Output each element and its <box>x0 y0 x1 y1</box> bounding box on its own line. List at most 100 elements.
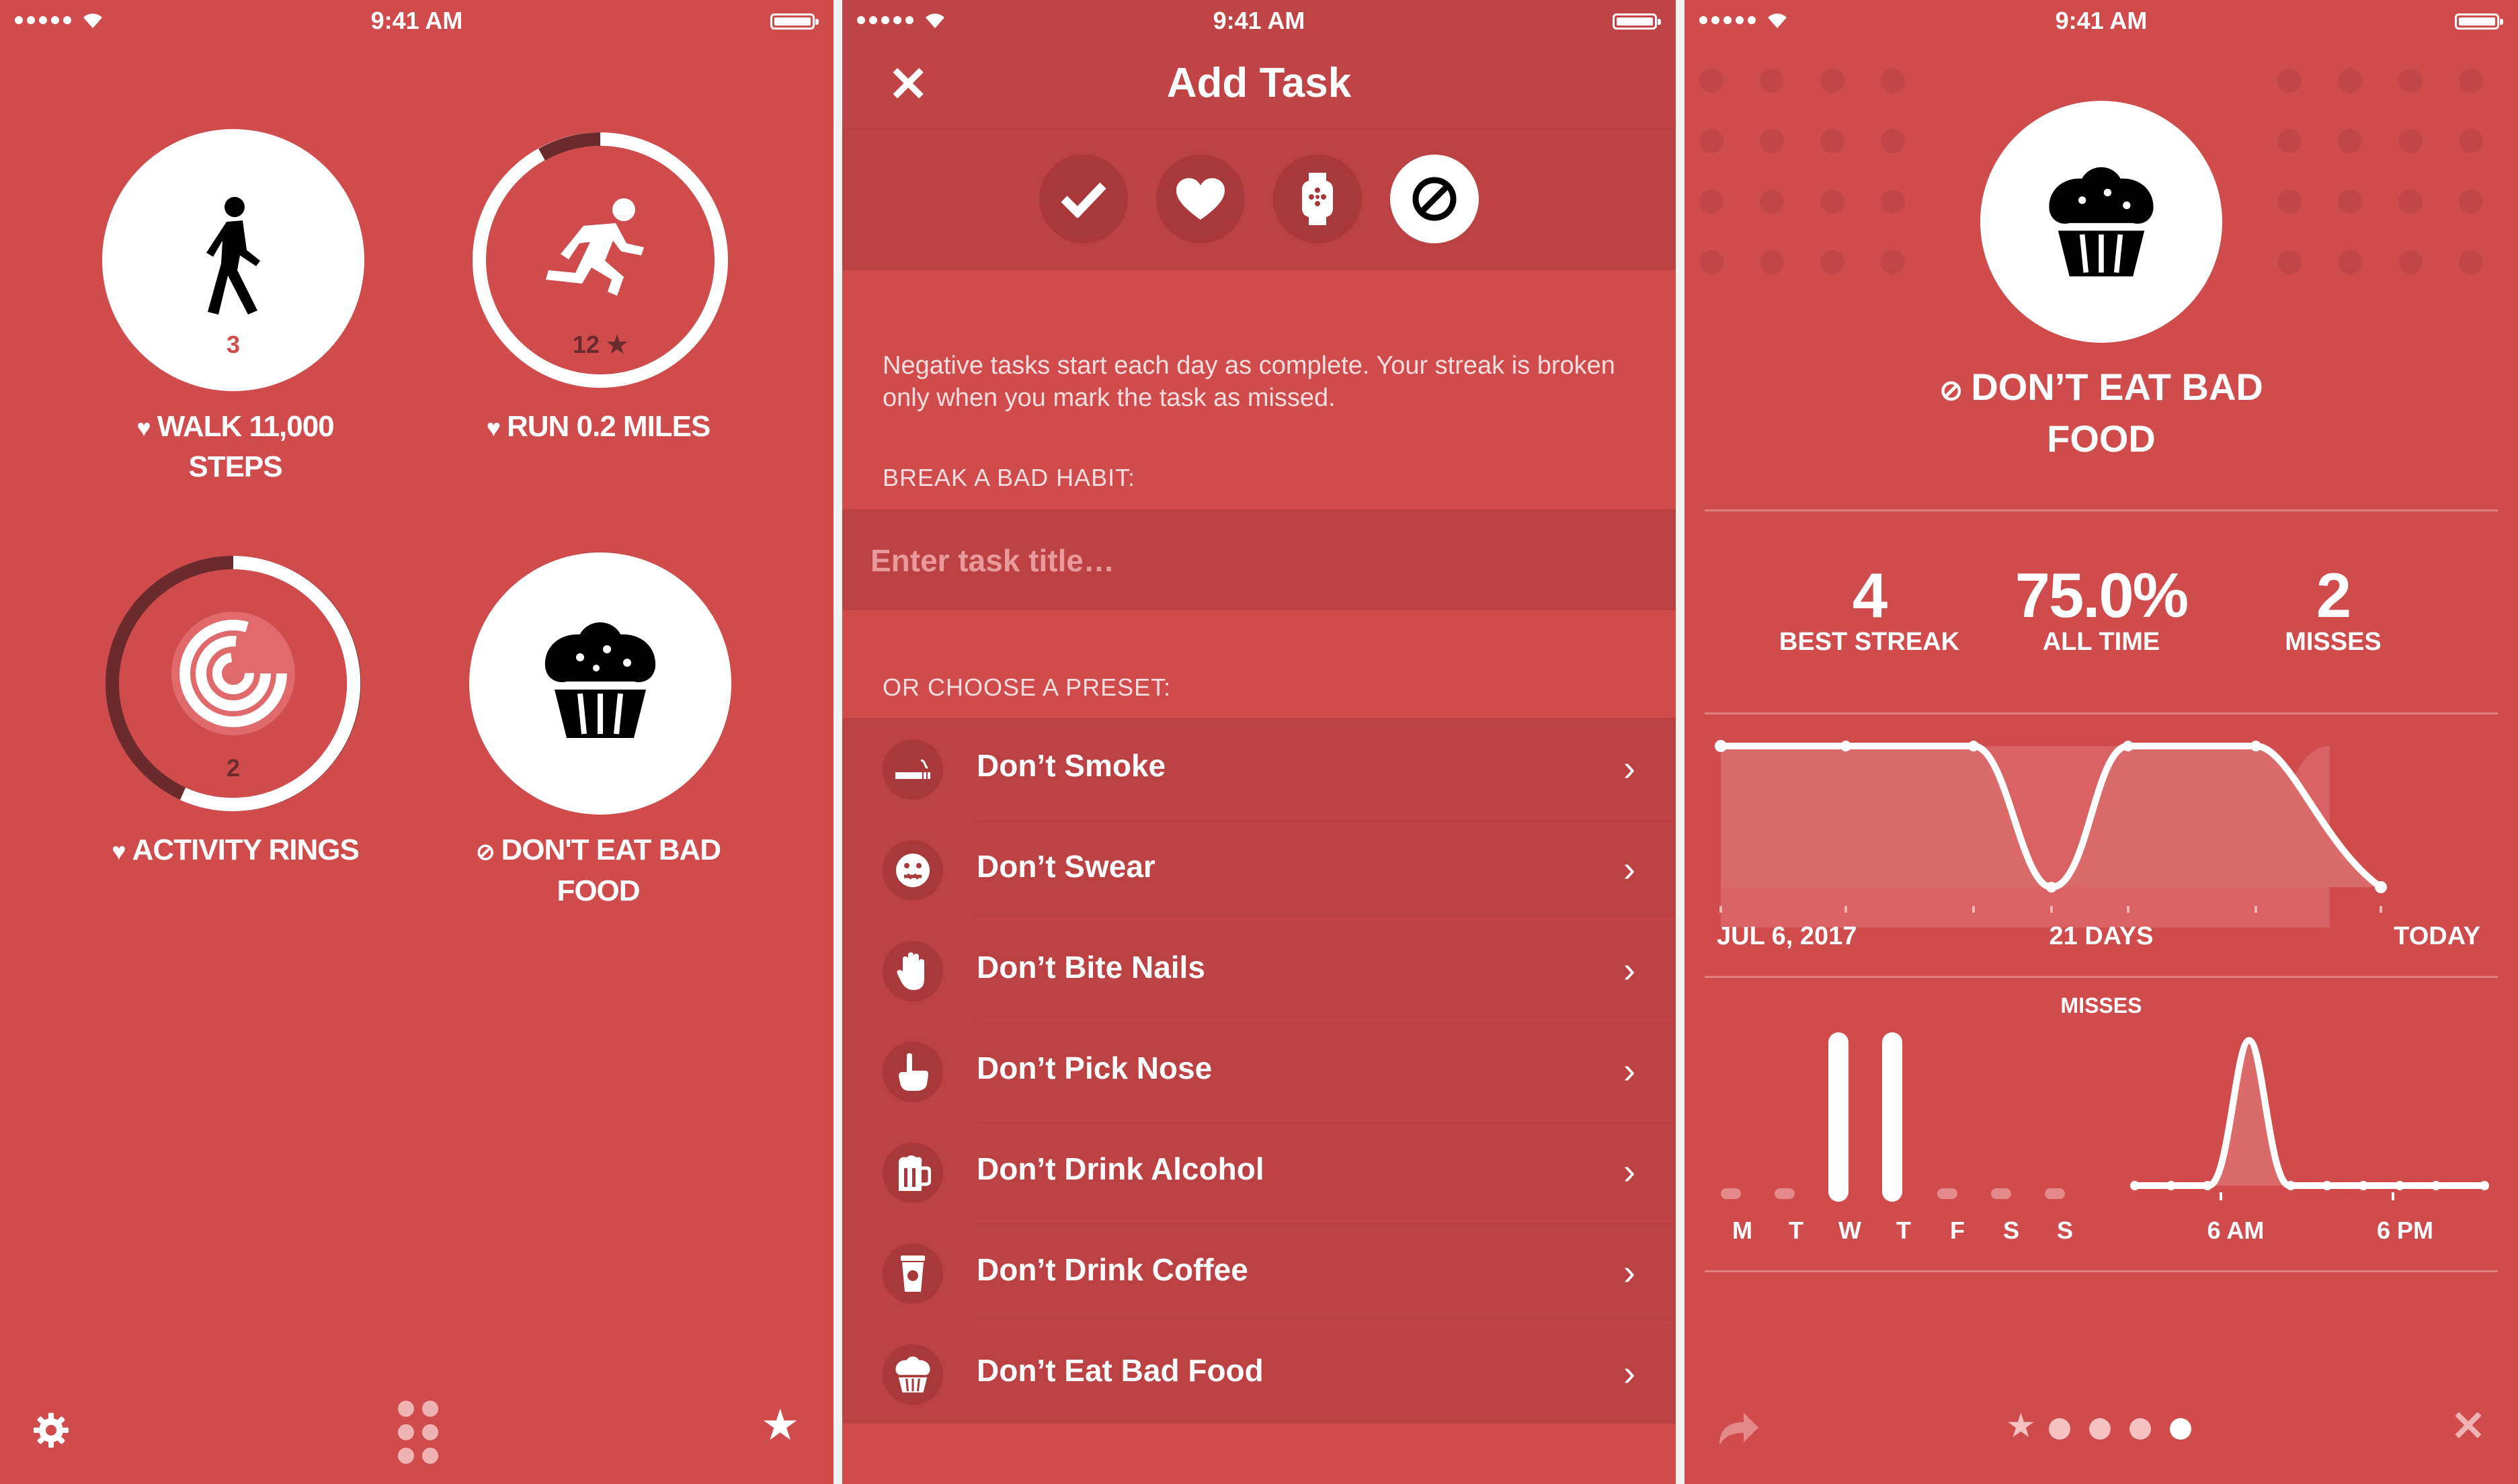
star-icon: ★ <box>606 331 628 358</box>
preset-row-dont-drink-alcohol[interactable]: Don’t Drink Alcohol › <box>842 1121 1676 1222</box>
gear-icon[interactable] <box>32 1411 70 1449</box>
add-task-screen: 9:41 AM ✕ Add Task Negative tasks start … <box>842 0 1676 1484</box>
weekday-label: T <box>1789 1217 1803 1244</box>
timeline-end-label: TODAY <box>2394 922 2480 950</box>
task-type-selector <box>842 129 1676 270</box>
divider <box>1705 712 2498 714</box>
weekday-bar <box>1937 1188 1957 1199</box>
page-dot[interactable] <box>2089 1418 2111 1440</box>
heart-icon: ♥ <box>486 414 501 442</box>
task-title: ⊘ DON’T EAT BAD FOOD <box>1939 366 2263 460</box>
close-icon[interactable]: ✕ <box>2451 1406 2486 1448</box>
preset-row-dont-pick-nose[interactable]: Don’t Pick Nose › <box>842 1020 1676 1121</box>
type-button-check[interactable] <box>1039 155 1128 243</box>
weekday-bar <box>1882 1032 1902 1202</box>
chevron-right-icon: › <box>1623 748 1635 788</box>
task-tile-run[interactable]: 12 ★ <box>469 129 731 391</box>
heart-icon: ♥ <box>136 414 151 442</box>
preset-row-dont-bite-nails[interactable]: Don’t Bite Nails › <box>842 919 1676 1020</box>
status-time: 9:41 AM <box>2055 7 2148 34</box>
task-icon-circle <box>1980 101 2222 343</box>
task-count: 12 ★ <box>572 331 628 358</box>
preset-row-dont-swear[interactable]: Don’t Swear › <box>842 819 1676 919</box>
weekday-label: T <box>1896 1217 1911 1244</box>
chevron-right-icon: › <box>1623 1151 1635 1192</box>
hand-icon <box>883 941 943 1001</box>
weekday-label: S <box>2002 1217 2019 1244</box>
check-icon <box>1061 182 1106 218</box>
type-button-heart[interactable] <box>1156 155 1245 243</box>
section-header-habit: BREAK A BAD HABIT: <box>883 464 1136 491</box>
type-button-watch[interactable] <box>1273 155 1362 243</box>
task-label-activity-rings: ♥ ACTIVITY RINGS <box>112 833 360 866</box>
page-dot[interactable] <box>2129 1418 2151 1440</box>
streak-chart <box>1715 740 2387 928</box>
task-label-walk: ♥ WALK 11,000 STEPS <box>136 410 334 483</box>
preset-row-dont-smoke[interactable]: Don’t Smoke › <box>842 718 1676 819</box>
preset-label: Don’t Drink Coffee <box>977 1252 1248 1287</box>
preset-list: Don’t Smoke › Don’t Swear › Don’t Bite N… <box>842 718 1676 1424</box>
prohibited-icon <box>1412 177 1457 221</box>
divider <box>1705 509 2498 511</box>
chevron-right-icon: › <box>1623 849 1635 889</box>
heart-icon <box>1176 178 1225 220</box>
page-title: Add Task <box>1166 60 1352 106</box>
task-title-bar <box>842 509 1676 610</box>
task-tile-activity-rings[interactable]: 2 <box>102 552 364 815</box>
muffin-icon <box>544 622 656 738</box>
grid-icon[interactable] <box>397 1401 440 1464</box>
activity-rings-icon <box>171 612 295 735</box>
section-header-preset: OR CHOOSE A PRESET: <box>883 673 1172 701</box>
time-curve <box>2135 1036 2484 1189</box>
page-dot[interactable] <box>2049 1418 2070 1440</box>
weekday-bar <box>1828 1032 1849 1202</box>
chevron-right-icon: › <box>1623 1050 1635 1091</box>
chevron-right-icon: › <box>1623 1252 1635 1292</box>
share-icon[interactable] <box>1717 1410 1760 1448</box>
muffin-icon <box>883 1344 943 1405</box>
type-button-negative[interactable] <box>1390 155 1479 243</box>
streak-point <box>1840 741 1851 751</box>
star-icon[interactable]: ★ <box>2006 1406 2036 1445</box>
battery-icon <box>770 13 819 30</box>
task-detail-screen: 9:41 AM ⊘ DON’T EAT BAD FOOD 4 BEST STREA… <box>1684 0 2518 1484</box>
battery-icon <box>2455 13 2503 30</box>
star-icon[interactable]: ★ <box>761 1403 799 1446</box>
task-count: 2 <box>226 754 241 782</box>
pointing-hand-icon <box>883 1042 943 1102</box>
status-time: 9:41 AM <box>1213 7 1305 34</box>
chevron-right-icon: › <box>1623 950 1635 990</box>
page-dot-active[interactable] <box>2170 1418 2191 1440</box>
weekday-bar <box>1721 1188 1741 1199</box>
preset-label: Don’t Drink Alcohol <box>977 1151 1264 1186</box>
streak-point <box>1715 740 1727 752</box>
weekday-label: F <box>1950 1217 1965 1244</box>
task-count: 3 <box>226 331 241 358</box>
nav-bar: ✕ Add Task <box>842 40 1676 129</box>
walking-person-icon <box>206 197 260 315</box>
streak-point <box>2123 741 2134 751</box>
task-label-bad-food: ⊘ DON'T EAT BAD FOOD <box>475 833 721 907</box>
streak-point <box>2046 882 2057 893</box>
weekday-bar <box>2045 1188 2065 1199</box>
weekday-bar <box>1775 1188 1795 1199</box>
cigarette-icon <box>883 739 943 800</box>
streak-point <box>1968 741 1979 751</box>
task-tile-walk[interactable]: 3 <box>102 129 364 391</box>
preset-row-dont-drink-coffee[interactable]: Don’t Drink Coffee › <box>842 1222 1676 1323</box>
weekday-misses-chart <box>1721 1032 2065 1202</box>
weekday-label: S <box>2056 1217 2073 1244</box>
task-tile-bad-food[interactable] <box>469 552 731 815</box>
time-label-6pm: 6 PM <box>2376 1217 2434 1244</box>
preset-row-dont-eat-bad-food[interactable]: Don’t Eat Bad Food › <box>842 1323 1676 1424</box>
stat-all-time: 75.0% ALL TIME <box>2015 560 2189 656</box>
timeline-middle-label: 21 DAYS <box>2049 922 2154 950</box>
running-person-icon <box>546 198 644 296</box>
heart-icon: ♥ <box>112 837 126 865</box>
streak-point <box>2375 881 2387 893</box>
preset-label: Don’t Eat Bad Food <box>977 1353 1264 1388</box>
status-bar: 9:41 AM <box>842 0 1676 40</box>
task-title-input[interactable] <box>869 536 1611 585</box>
negative-task-explanation: Negative tasks start each day as complet… <box>883 352 1615 412</box>
divider <box>1705 976 2498 978</box>
